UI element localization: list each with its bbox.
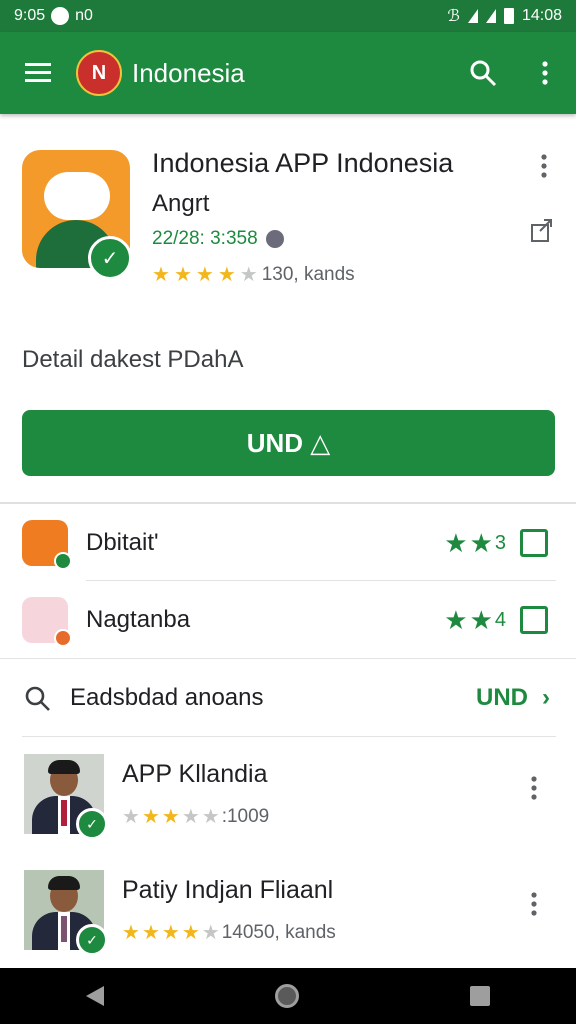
star-icon: ★: [217, 264, 236, 286]
list-item-title: Patiy Indjan Fliaanl: [122, 876, 334, 904]
star-icon: ★: [161, 922, 180, 944]
list-item-rating-text: :1009: [221, 805, 270, 827]
app-detail-text: Detail dakest PDahA: [22, 346, 244, 373]
more-vert-icon: [531, 892, 537, 916]
star-icon: ★: [444, 604, 468, 635]
star-icon: ★: [161, 806, 180, 828]
star-icon: ★: [469, 527, 493, 558]
app-bar-actions: [452, 32, 576, 114]
star-empty-icon: ★: [239, 264, 258, 286]
bluetooth-icon: ℬ: [447, 8, 460, 25]
list-item-more-button[interactable]: [514, 884, 554, 924]
system-nav-bar: [0, 968, 576, 1024]
status-bar: 9:05 n0 ℬ 14:08: [0, 0, 576, 32]
row-divider: [22, 736, 556, 737]
related-app-label: Nagtanba: [86, 606, 191, 633]
bookmark-icon[interactable]: [520, 606, 548, 634]
star-icon: ★: [444, 527, 468, 558]
app-rating-text: 130, kands: [261, 263, 355, 285]
star-empty-icon: ★: [181, 806, 200, 828]
app-logo-letter: N: [91, 61, 107, 84]
list-item-rating-text: 14050, kands: [221, 921, 336, 943]
app-rating: ★ ★ ★ ★ ★ 130, kands: [152, 262, 355, 287]
related-app-row[interactable]: Nagtanba ★ ★ 4: [0, 581, 576, 659]
status-right: ℬ 14:08: [447, 6, 562, 26]
back-icon[interactable]: [85, 986, 104, 1006]
app-meta: 22/28: 3:358: [152, 228, 284, 250]
wifi-icon: [467, 9, 478, 23]
app-bar-title: Indonesia: [132, 57, 245, 88]
list-item-rating: ★ ★ ★ ★ ★ 14050, kands: [122, 920, 336, 945]
related-app-row[interactable]: Dbitait' ★ ★ 3: [0, 504, 576, 582]
status-left: 9:05 n0: [14, 7, 93, 25]
related-app-label: Dbitait': [86, 529, 159, 556]
app-meta-text: 22/28: 3:358: [152, 228, 258, 249]
related-app-score: ★ ★ 3: [444, 528, 506, 559]
search-button[interactable]: [452, 32, 514, 114]
status-time: 14:08: [521, 7, 562, 24]
star-icon: ★: [181, 922, 200, 944]
mini-badge-icon: [54, 552, 72, 570]
bookmark-icon[interactable]: [520, 529, 548, 557]
recent-apps-icon[interactable]: [470, 986, 491, 1006]
section-header: Eadsbdad anoans UND ›: [0, 658, 576, 736]
battery-icon: [503, 8, 514, 24]
more-vert-icon: [542, 61, 548, 85]
chat-bubble-icon: [44, 172, 110, 220]
android-app-icon: [22, 520, 72, 570]
section-more-button[interactable]: UND ›: [476, 684, 550, 712]
share-icon: [531, 219, 552, 242]
list-item-title: APP Kllandia: [122, 760, 268, 788]
verified-badge-icon: ✓: [88, 236, 132, 280]
more-vert-icon: [531, 776, 537, 800]
list-item-rating: ★ ★ ★ ★ ★ :1009: [122, 804, 269, 829]
related-app-score: ★ ★ 4: [444, 605, 506, 636]
mini-badge-icon: [54, 629, 72, 647]
more-vert-icon: [541, 154, 547, 178]
search-icon: [470, 60, 497, 87]
menu-button[interactable]: [0, 32, 76, 114]
star-icon: ★: [122, 922, 140, 944]
verified-badge-icon: ✓: [76, 924, 108, 956]
status-left-text: 9:05: [14, 7, 46, 24]
star-empty-icon: ★: [122, 806, 140, 828]
star-empty-icon: ★: [201, 806, 220, 828]
android-app-icon: [22, 597, 72, 647]
star-icon: ★: [173, 264, 192, 286]
list-item[interactable]: ✓ Patiy Indjan Fliaanl ★ ★ ★ ★ ★ 14050, …: [0, 870, 576, 982]
signal-icon: [485, 9, 496, 23]
section-more-label: UND: [476, 683, 528, 711]
install-button[interactable]: UND △: [22, 410, 555, 476]
overflow-menu-button[interactable]: [514, 32, 576, 114]
star-icon: ★: [469, 604, 493, 635]
related-app-score-value: 4: [494, 608, 506, 631]
app-bar: N Indonesia: [0, 32, 576, 114]
share-button[interactable]: [522, 210, 562, 250]
app-detail-header: ✓ Indonesia APP Indonesia Angrt 22/28: 3…: [0, 114, 576, 504]
star-empty-icon: ★: [201, 922, 220, 944]
content-rating-icon: [265, 230, 284, 248]
app-developer[interactable]: Angrt: [152, 190, 209, 218]
star-icon: ★: [141, 922, 160, 944]
list-item[interactable]: ✓ APP Kllandia ★ ★ ★ ★ ★ :1009: [0, 754, 576, 866]
verified-badge-icon: ✓: [76, 808, 108, 840]
app-logo: N: [76, 50, 122, 96]
search-icon: [25, 686, 50, 711]
notification-icon: [51, 7, 70, 25]
star-icon: ★: [152, 264, 170, 286]
status-left-extra: n0: [75, 7, 93, 24]
section-title: Eadsbdad anoans: [70, 683, 264, 711]
app-name: Indonesia APP Indonesia: [152, 148, 454, 178]
home-icon[interactable]: [274, 984, 299, 1008]
hamburger-menu-icon: [25, 63, 51, 82]
app-more-button[interactable]: [524, 146, 564, 186]
star-icon: ★: [141, 806, 160, 828]
related-app-score-value: 3: [494, 531, 506, 554]
star-icon: ★: [195, 264, 214, 286]
chevron-right-icon: ›: [542, 683, 550, 711]
list-item-more-button[interactable]: [514, 768, 554, 808]
